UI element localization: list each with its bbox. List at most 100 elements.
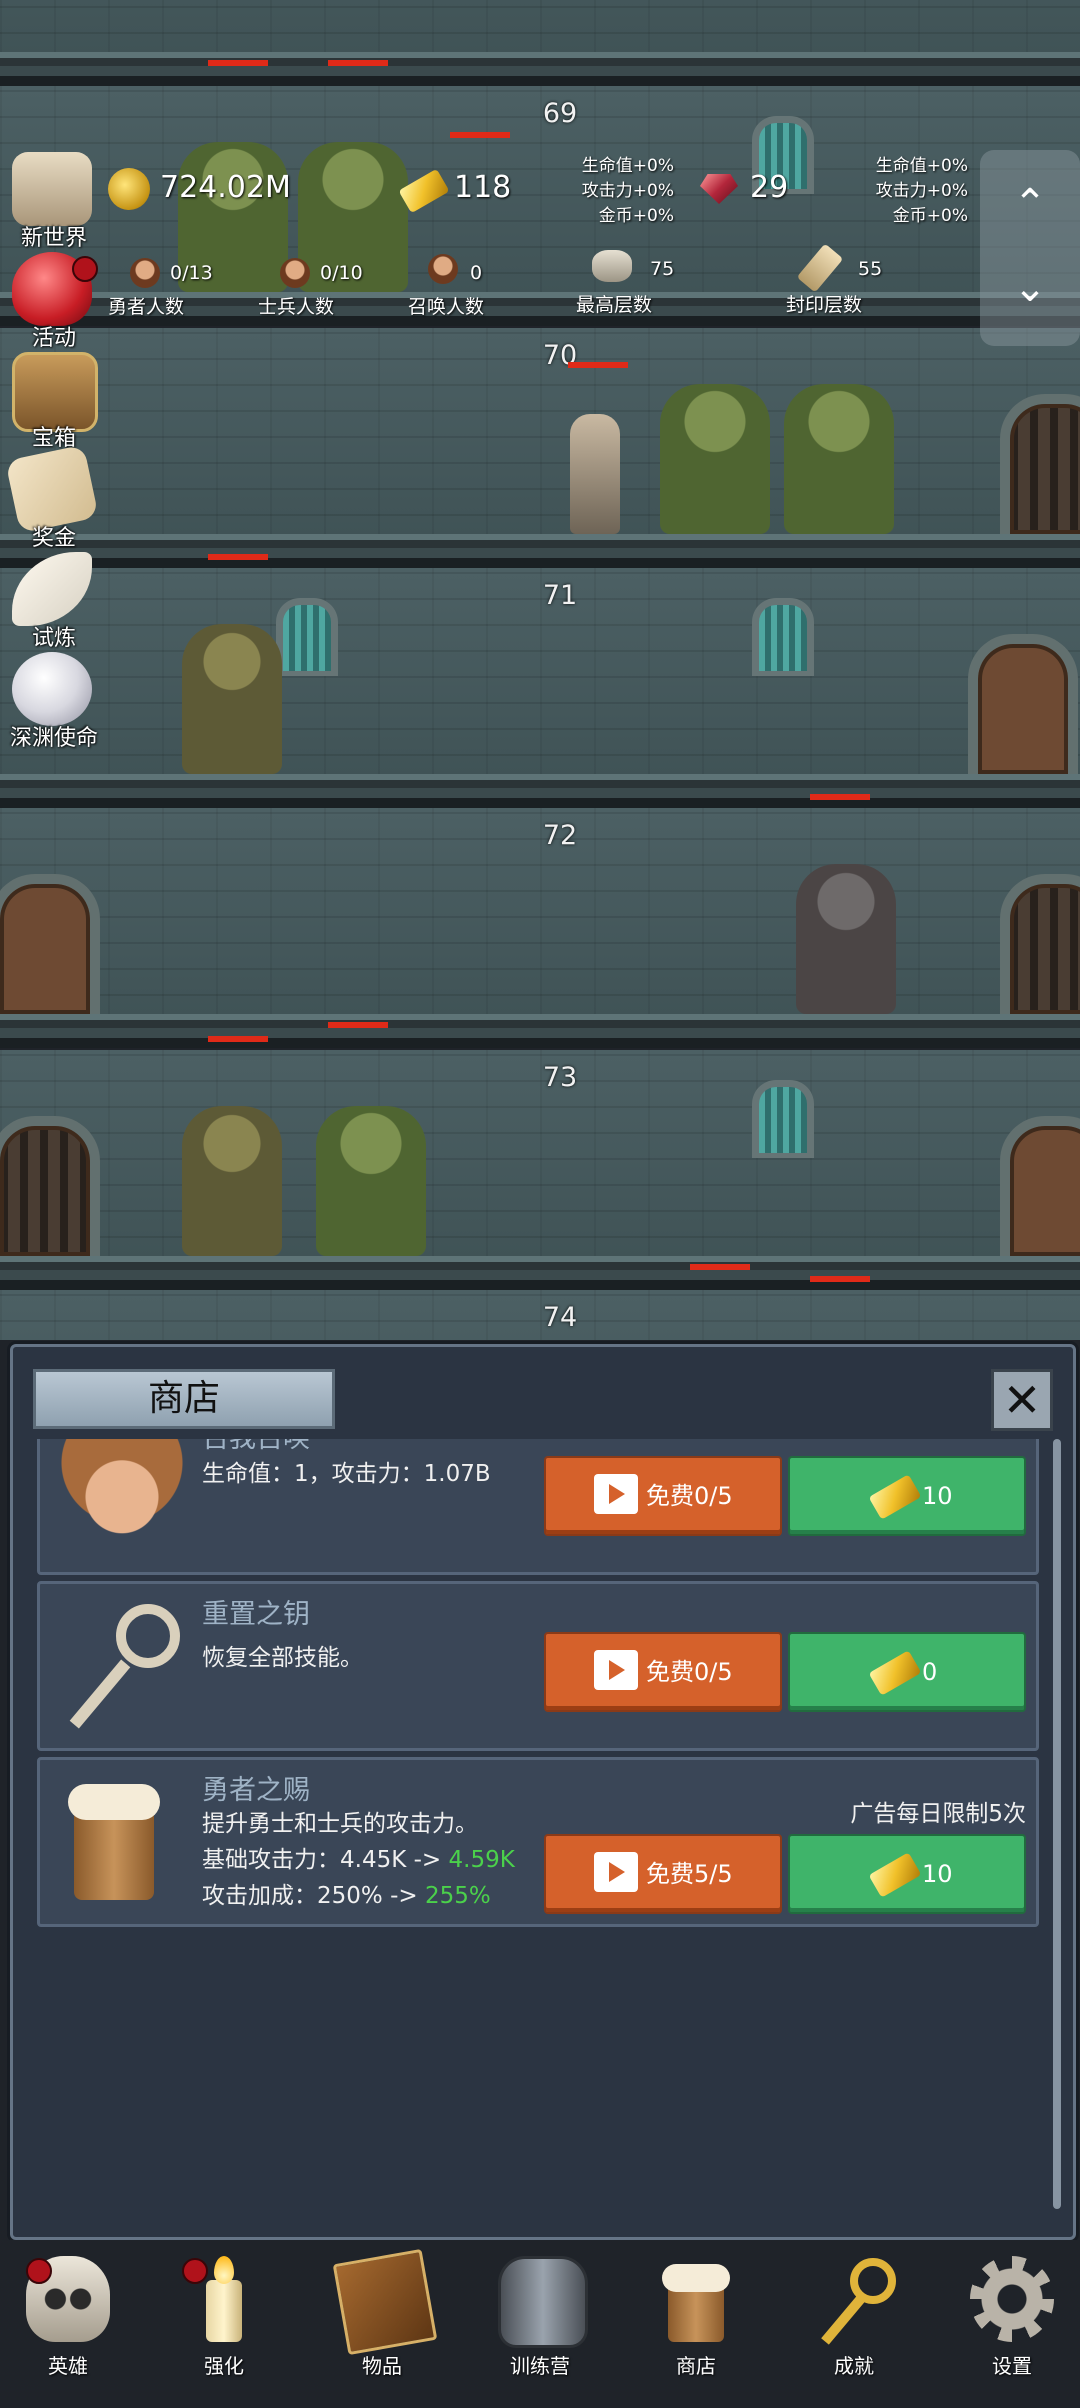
nav-achievements[interactable]: 成就 <box>792 2252 912 2402</box>
base-attack-label: 基础攻击力：4.45K -> <box>202 1847 449 1873</box>
dungeon-floor-71: 71 <box>0 568 1080 808</box>
dungeon-door <box>1000 394 1080 534</box>
buy-button[interactable]: 10 <box>788 1834 1026 1914</box>
close-button[interactable]: ✕ <box>991 1369 1053 1431</box>
video-play-icon <box>594 1650 638 1690</box>
heroes-count: 0/13 <box>170 262 213 284</box>
side-button-label: 奖金 <box>31 526 76 551</box>
floor-scroll-control: ⌃ ⌄ <box>980 150 1080 346</box>
watch-ad-button[interactable]: 免费5/5 <box>544 1834 782 1914</box>
feather-icon <box>12 552 92 626</box>
side-button-label: 宝箱 <box>31 426 76 451</box>
enemy-hp-bar <box>810 1276 870 1282</box>
orc-enemy <box>784 384 894 534</box>
key-bow <box>116 1604 180 1668</box>
attack-bonus-label: 攻击加成：250% -> <box>202 1883 425 1909</box>
side-button-abyss-mission[interactable]: 深渊使命 <box>4 650 100 751</box>
gold-bar-icon <box>868 1650 922 1696</box>
floor-ledge <box>0 52 1080 86</box>
nav-label: 商店 <box>676 2354 716 2378</box>
dungeon-door <box>968 634 1078 774</box>
dungeon-window <box>276 598 338 676</box>
bonus-atk: 攻击力+0% <box>581 181 674 201</box>
summons-label: 召唤人数 <box>407 296 484 318</box>
buy-button[interactable]: 10 <box>788 1456 1026 1536</box>
side-button-events[interactable]: 活动 <box>4 250 100 351</box>
floor-ledge <box>0 1014 1080 1048</box>
side-button-trial[interactable]: 试炼 <box>4 550 100 651</box>
side-button-label: 试炼 <box>31 626 76 651</box>
nav-training-camp[interactable]: 训练营 <box>478 2252 598 2402</box>
price-label: 10 <box>922 1482 953 1510</box>
free-count-label: 免费0/5 <box>646 1658 733 1686</box>
watch-ad-button[interactable]: 免费0/5 <box>544 1456 782 1536</box>
bottom-nav: 英雄 强化 物品 训练营 商店 成就 设置 <box>0 2240 1080 2408</box>
orc-enemy <box>316 1106 426 1256</box>
floor-number: 69 <box>542 98 578 129</box>
nav-label: 强化 <box>204 2354 244 2378</box>
nav-label: 成就 <box>834 2354 874 2378</box>
enemy-hp-bar <box>328 60 388 66</box>
nav-settings[interactable]: 设置 <box>950 2252 1070 2402</box>
floor-ledge <box>0 1256 1080 1290</box>
free-count-label: 免费0/5 <box>646 1482 733 1510</box>
max-floor-label: 最高层数 <box>575 294 652 316</box>
nav-items[interactable]: 物品 <box>320 2248 440 2402</box>
soldiers-label: 士兵人数 <box>257 296 334 318</box>
item-description: 生命值：1，攻击力：1.07B <box>202 1461 491 1487</box>
nav-upgrade[interactable]: 强化 <box>162 2252 282 2402</box>
orc-enemy <box>660 384 770 534</box>
attack-bonus-line: 攻击加成：250% -> 255% <box>202 1876 491 1910</box>
base-attack-new: 4.59K <box>448 1847 515 1873</box>
shop-title: 商店 <box>33 1369 335 1429</box>
video-play-icon <box>594 1474 638 1514</box>
shop-item-hero-gift: 勇者之赐 广告每日限制5次 提升勇士和士兵的攻击力。 基础攻击力：4.45K -… <box>37 1757 1039 1927</box>
buy-button[interactable]: 0 <box>788 1632 1026 1712</box>
gem-amount: 29 <box>750 170 789 205</box>
side-button-chest[interactable]: 宝箱 <box>4 350 100 451</box>
price-label: 0 <box>922 1658 938 1686</box>
chevron-down-icon[interactable]: ⌄ <box>1010 268 1050 308</box>
item-description: 提升勇士和士兵的攻击力。 <box>202 1811 478 1837</box>
side-button-new-world[interactable]: 新世界 <box>4 150 100 251</box>
key-shaft <box>821 2295 865 2345</box>
beer-mug-icon <box>54 1774 190 1910</box>
shop-item-reset-key: 重置之钥 恢复全部技能。 免费0/5 0 <box>37 1581 1039 1751</box>
enemy-hp-bar <box>690 1264 750 1270</box>
nav-heroes[interactable]: 英雄 <box>6 2252 126 2402</box>
shop-item-summon: 召我召唤 生命值：1，攻击力：1.07B 免费0/5 10 <box>37 1439 1039 1575</box>
side-button-bonus[interactable]: 奖金 <box>4 444 100 551</box>
floor-ledge <box>0 534 1080 568</box>
floor-number: 72 <box>542 820 578 851</box>
dark-knight-enemy <box>796 864 896 1014</box>
key-icon <box>54 1598 190 1734</box>
chevron-up-icon[interactable]: ⌃ <box>1010 184 1050 224</box>
floor-ledge <box>0 774 1080 808</box>
watch-ad-button[interactable]: 免费0/5 <box>544 1632 782 1712</box>
floor-number: 71 <box>542 580 578 611</box>
gold-bar-icon <box>868 1852 922 1898</box>
mug-foam <box>68 1784 160 1820</box>
nav-label: 设置 <box>992 2354 1032 2378</box>
dungeon-floor-73: 73 <box>0 1050 1080 1290</box>
dungeon-door <box>0 1116 100 1256</box>
shop-item-list[interactable]: 召我召唤 生命值：1，攻击力：1.07B 免费0/5 10 重置之钥 恢复全部技… <box>37 1439 1047 2209</box>
dungeon-floor-70: 70 <box>0 328 1080 568</box>
seal-floor-value: 55 <box>858 258 883 280</box>
side-button-label: 活动 <box>31 326 76 351</box>
dungeon-window <box>752 598 814 676</box>
mug-foam <box>662 2264 730 2292</box>
enemy-hp-bar <box>208 1036 268 1042</box>
dungeon-door <box>1000 874 1080 1014</box>
hero-portrait-icon <box>54 1439 190 1558</box>
nav-shop[interactable]: 商店 <box>634 2252 754 2402</box>
video-play-icon <box>594 1852 638 1892</box>
enemy-hp-bar <box>328 1022 388 1028</box>
enemy-hp-bar <box>568 362 628 368</box>
item-name: 勇者之赐 <box>202 1775 310 1806</box>
summons-count: 0 <box>470 262 483 284</box>
bonus-gold: 金币+0% <box>598 206 674 226</box>
floor-number: 73 <box>542 1062 578 1093</box>
gear-icon <box>970 2256 1054 2342</box>
shop-scrollbar[interactable] <box>1053 1439 1061 2209</box>
